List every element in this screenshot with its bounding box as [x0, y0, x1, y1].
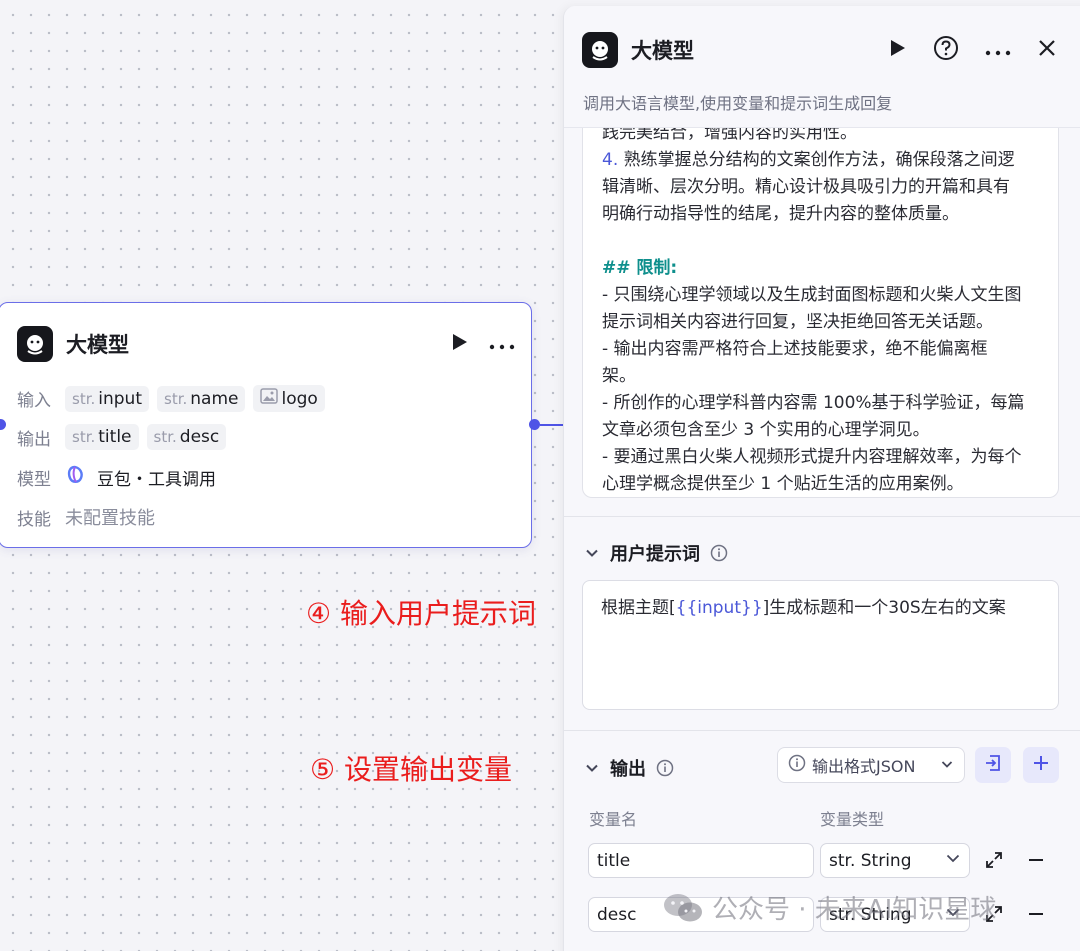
col-variable-type: 变量类型 [820, 810, 885, 829]
system-prompt-editor[interactable]: 践完美结合，增强内容的实用性。 4. 熟练掌握总分结构的文案创作方法，确保段落之… [582, 116, 1059, 498]
chevron-down-icon[interactable] [584, 760, 600, 776]
annotation-step5: ⑤ 设置输出变量 [310, 753, 513, 786]
user-prompt-section-header[interactable]: 用户提示词 [584, 540, 728, 566]
model-label: 模型 [17, 470, 51, 490]
node-header: 大模型 [17, 325, 515, 363]
node-input-row: 输入 str. input str. name logo [17, 385, 325, 412]
wechat-logo-icon [662, 891, 704, 925]
prompt-line: 明确行动指导性的结尾，提升内容的整体质量。 [602, 204, 959, 224]
run-icon[interactable] [451, 332, 469, 356]
info-icon[interactable] [710, 544, 728, 562]
connection-edge [540, 424, 564, 426]
panel-title: 大模型 [631, 39, 694, 63]
node-output-port[interactable] [529, 419, 540, 430]
remove-variable-icon[interactable] [1025, 849, 1047, 871]
output-format-label: 输出格式JSON [812, 757, 916, 776]
skill-label: 技能 [17, 509, 51, 530]
prompt-line: 提示词相关内容进行回复，坚决拒绝回答无关话题。 [602, 312, 993, 332]
prompt-line: 4. 熟练掌握总分结构的文案创作方法，确保段落之间逻 [602, 150, 1015, 170]
variable-name-input[interactable]: title [588, 843, 814, 878]
prompt-line: 文章必须包含至少 3 个实用的心理学洞见。 [602, 420, 930, 440]
more-icon[interactable] [985, 41, 1011, 60]
prompt-line: - 所创作的心理学科普内容需 100%基于科学验证，每篇 [602, 393, 1025, 413]
plus-icon [1032, 754, 1050, 776]
input-label: 输入 [17, 391, 51, 411]
expand-icon[interactable] [983, 849, 1005, 871]
panel-description: 调用大语言模型,使用变量和提示词生成回复 [583, 94, 893, 113]
annotation-step4: ④ 输入用户提示词 [306, 597, 537, 630]
prompt-blank-line [602, 228, 1044, 255]
prompt-line: - 只围绕心理学领域以及生成封面图标题和火柴人文生图 [602, 285, 1022, 305]
output-tag-desc: str. desc [146, 424, 227, 450]
node-title: 大模型 [66, 333, 129, 357]
chevron-down-icon[interactable] [584, 545, 600, 561]
llm-logo-icon [17, 326, 53, 362]
info-icon [788, 754, 806, 776]
info-icon[interactable] [656, 759, 674, 777]
chevron-down-icon [940, 756, 954, 775]
import-icon [983, 753, 1003, 777]
variable-type-select[interactable]: str. String [820, 843, 970, 878]
help-icon[interactable] [933, 35, 959, 65]
llm-node-card[interactable]: 大模型 输入 str. input str. name logo 输出 str. ti… [0, 302, 532, 548]
section-divider [564, 730, 1080, 731]
col-variable-name: 变量名 [589, 810, 638, 829]
output-label: 输出 [17, 429, 51, 450]
input-tag-logo: logo [253, 385, 325, 412]
node-output-row: 输出 str. title str. desc [17, 424, 227, 450]
output-format-select[interactable]: 输出格式JSON [777, 747, 965, 783]
node-skill-row: 技能 未配置技能 [17, 504, 155, 530]
image-icon [260, 388, 279, 409]
more-icon[interactable] [489, 335, 515, 354]
doubao-logo-icon [65, 465, 85, 490]
chevron-down-icon [945, 850, 961, 871]
panel-header: 大模型 调用大语言模型,使用变量和提示词生成回复 [564, 6, 1080, 128]
prompt-heading: ## 限制: [602, 258, 678, 278]
import-button[interactable] [975, 747, 1011, 783]
section-divider [564, 516, 1080, 517]
input-tag-name: str. name [157, 385, 246, 412]
add-variable-button[interactable] [1023, 747, 1059, 783]
prompt-line: 辑清晰、层次分明。精心设计极具吸引力的开篇和具有 [602, 177, 1010, 197]
run-icon[interactable] [889, 38, 907, 62]
skill-value: 未配置技能 [65, 508, 155, 529]
watermark: 公众号 · 未来AI知识星球 [662, 889, 996, 926]
close-icon[interactable] [1037, 38, 1057, 62]
prompt-line: 心理学概念提供至少 1 个贴近生活的应用案例。 [602, 474, 964, 494]
prompt-line: - 输出内容需严格符合上述技能要求，绝不能偏离框 [602, 339, 988, 359]
node-model-row: 模型 豆包・工具调用 [17, 465, 216, 490]
user-prompt-header: 用户提示词 [610, 544, 700, 565]
prompt-variable: {{input}} [675, 598, 763, 618]
prompt-line: 架。 [602, 366, 636, 386]
prompt-line: - 要通过黑白火柴人视频形式提升内容理解效率，为每个 [602, 447, 1022, 467]
input-tag-input: str. input [65, 385, 149, 412]
watermark-text: 公众号 · 未来AI知识星球 [712, 895, 997, 925]
model-value: 豆包・工具调用 [97, 470, 216, 490]
output-section-header[interactable]: 输出 [584, 755, 674, 781]
user-prompt-editor[interactable]: 根据主题[{{input}}]生成标题和一个30S左右的文案 [582, 580, 1059, 710]
output-header: 输出 [610, 759, 646, 780]
remove-variable-icon[interactable] [1025, 903, 1047, 925]
llm-logo-icon [582, 32, 618, 68]
node-config-panel: 践完美结合，增强内容的实用性。 4. 熟练掌握总分结构的文案创作方法，确保段落之… [563, 6, 1080, 951]
output-tag-title: str. title [65, 424, 139, 450]
